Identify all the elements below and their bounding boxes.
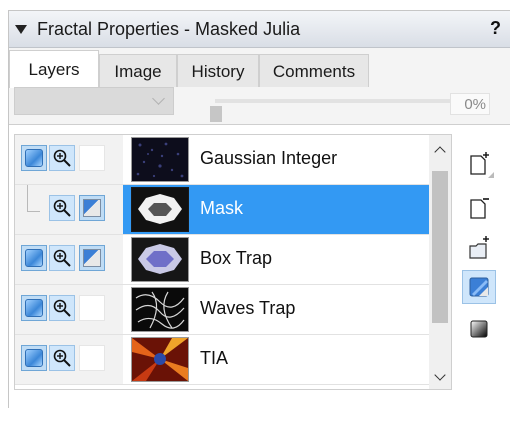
layer-name: Waves Trap [200, 298, 296, 318]
opacity-value[interactable]: 0% [450, 93, 490, 115]
layer-row[interactable]: Gaussian Integer [15, 135, 429, 185]
gradient-layer-icon [470, 320, 488, 338]
layer-name: Mask [200, 198, 244, 218]
layer-list[interactable]: Gaussian Integer Mask Box Trap Waves Tra… [14, 134, 452, 390]
mask-toggle[interactable] [79, 145, 105, 171]
tab-comments[interactable]: Comments [259, 54, 369, 87]
layer-name: TIA [200, 348, 229, 368]
help-button[interactable]: ? [490, 18, 501, 39]
opacity-slider-track[interactable] [215, 99, 487, 103]
mask-icon [83, 249, 101, 267]
add-group-button[interactable] [462, 232, 496, 266]
tab-bar: Layers Image History Comments [9, 48, 510, 447]
layer-row[interactable]: Box Trap [15, 235, 429, 285]
remove-layer-button[interactable] [462, 192, 496, 226]
zoom-toggle[interactable] [49, 245, 75, 271]
tab-history[interactable]: History [177, 54, 259, 87]
tab-layers[interactable]: Layers [9, 50, 99, 88]
chevron-down-icon [152, 92, 165, 105]
magnifier-plus-icon [53, 249, 71, 267]
add-layer-icon [470, 152, 494, 178]
magnifier-plus-icon [53, 299, 71, 317]
waves-trap-thumbnail-icon [132, 288, 188, 331]
layer-visibility-toggle[interactable] [21, 245, 47, 271]
tia-thumbnail-icon [132, 338, 188, 381]
mask-toggle[interactable] [79, 195, 105, 221]
layer-thumbnail [131, 137, 189, 182]
layer-visibility-toggle[interactable] [21, 345, 47, 371]
zoom-toggle[interactable] [49, 145, 75, 171]
gaussian-integer-thumbnail-icon [132, 138, 188, 181]
zoom-toggle[interactable] [49, 195, 75, 221]
layer-name: Box Trap [200, 248, 273, 268]
layer-icon [25, 249, 43, 267]
layer-icon [25, 349, 43, 367]
opacity-slider-thumb[interactable] [210, 106, 222, 122]
scrollbar-thumb[interactable] [432, 171, 448, 323]
layer-list-scrollbar[interactable] [429, 135, 451, 389]
mask-toggle[interactable] [79, 345, 105, 371]
zoom-toggle[interactable] [49, 345, 75, 371]
tab-image[interactable]: Image [99, 54, 177, 87]
tree-connector [27, 185, 40, 212]
magnifier-plus-icon [53, 349, 71, 367]
layer-icon [25, 299, 43, 317]
magnifier-plus-icon [53, 149, 71, 167]
scroll-up-icon[interactable] [434, 146, 446, 158]
layer-controls [15, 185, 123, 234]
layer-row[interactable]: Waves Trap [15, 285, 429, 335]
remove-layer-icon [470, 198, 489, 219]
add-mask-icon [469, 277, 489, 297]
scroll-down-icon[interactable] [434, 369, 446, 381]
zoom-toggle[interactable] [49, 295, 75, 321]
panel-title-bar[interactable]: Fractal Properties - Masked Julia ? [9, 11, 510, 48]
magnifier-plus-icon [53, 199, 71, 217]
add-layer-button[interactable] [462, 148, 496, 182]
layer-icon [25, 149, 43, 167]
layer-thumbnail [131, 187, 189, 232]
layer-row-selected[interactable]: Mask [15, 185, 429, 235]
blend-mode-dropdown[interactable] [14, 87, 174, 115]
layer-visibility-toggle[interactable] [21, 145, 47, 171]
layer-controls [15, 285, 123, 334]
layer-visibility-toggle[interactable] [21, 295, 47, 321]
layer-thumbnail [131, 237, 189, 282]
layer-controls [15, 335, 123, 384]
layer-name: Gaussian Integer [200, 148, 338, 168]
panel-title: Fractal Properties - Masked Julia [37, 19, 301, 39]
box-trap-thumbnail-icon [132, 238, 188, 281]
layer-row[interactable]: TIA [15, 335, 429, 385]
layer-controls [15, 235, 123, 284]
layer-thumbnail [131, 337, 189, 382]
collapse-arrow-icon[interactable] [15, 25, 27, 34]
layer-thumbnail [131, 287, 189, 332]
add-mask-button[interactable] [462, 270, 496, 304]
add-group-icon [469, 236, 489, 259]
gradient-layer-button[interactable] [462, 312, 496, 346]
mask-icon [83, 199, 101, 217]
mask-toggle[interactable] [79, 295, 105, 321]
mask-toggle[interactable] [79, 245, 105, 271]
mask-thumbnail-icon [132, 188, 188, 231]
layer-controls [15, 135, 123, 184]
